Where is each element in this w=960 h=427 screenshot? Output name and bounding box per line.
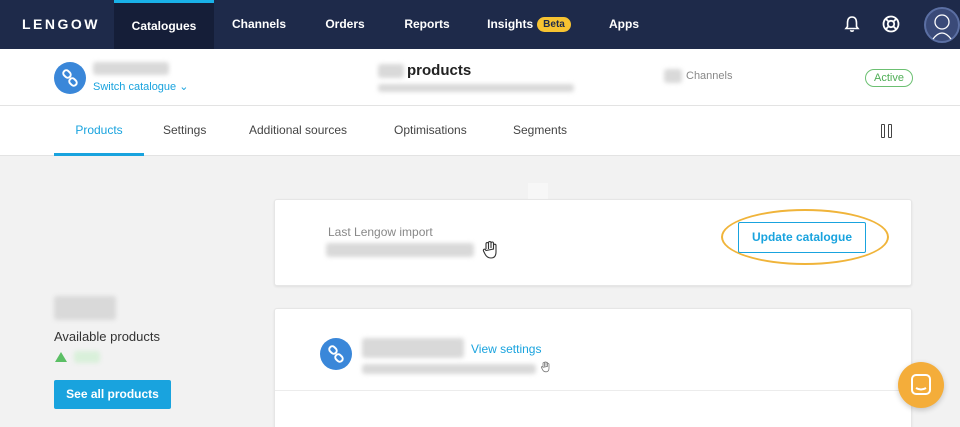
- last-import-date-blurred: [326, 243, 474, 257]
- tab-settings[interactable]: Settings: [163, 106, 206, 156]
- hand-cursor-icon: [541, 361, 550, 373]
- catalogue-tabs: Products Settings Additional sources Opt…: [0, 106, 960, 156]
- chat-icon: [911, 374, 931, 395]
- bell-icon[interactable]: [842, 14, 862, 34]
- nav-channels[interactable]: Channels: [226, 0, 292, 49]
- top-navigation: LENGOW Catalogues Channels Orders Report…: [0, 0, 960, 49]
- channels-label: Channels: [686, 70, 733, 82]
- card-divider: [275, 390, 911, 391]
- catalogue-logo: [54, 62, 86, 94]
- see-all-products-button[interactable]: See all products: [54, 380, 171, 409]
- update-catalogue-button[interactable]: Update catalogue: [738, 222, 866, 253]
- last-import-subtitle-blurred: [378, 84, 574, 92]
- chat-launcher-button[interactable]: [898, 362, 944, 408]
- available-products-label: Available products: [54, 329, 160, 344]
- trend-value-blurred: [74, 351, 100, 363]
- nav-orders-label: Orders: [325, 17, 365, 31]
- link-icon: [328, 345, 344, 363]
- catalogue-name-blurred: [93, 62, 169, 75]
- lengow-logo[interactable]: LENGOW: [22, 16, 100, 32]
- tab-segments[interactable]: Segments: [513, 106, 567, 156]
- link-icon: [62, 69, 78, 87]
- view-settings-link[interactable]: View settings: [471, 342, 541, 356]
- nav-orders[interactable]: Orders: [316, 0, 374, 49]
- switch-catalogue-label: Switch catalogue: [93, 81, 177, 93]
- source-logo: [320, 338, 352, 370]
- product-count-blurred: [378, 64, 404, 78]
- nav-apps-label: Apps: [609, 17, 639, 31]
- nav-reports[interactable]: Reports: [398, 0, 456, 49]
- nav-catalogues[interactable]: Catalogues: [114, 0, 214, 49]
- products-title: products: [407, 62, 472, 79]
- card-notch: [528, 183, 548, 199]
- available-count-blurred: [54, 296, 116, 320]
- last-import-label: Last Lengow import: [328, 225, 433, 239]
- source-name-blurred: [362, 338, 464, 358]
- tab-products[interactable]: Products: [54, 106, 144, 156]
- nav-apps[interactable]: Apps: [600, 0, 648, 49]
- channel-count-blurred: [664, 69, 682, 83]
- chevron-down-icon: ⌄: [179, 81, 189, 93]
- user-icon: [932, 14, 952, 40]
- tab-additional-sources[interactable]: Additional sources: [249, 106, 347, 156]
- nav-insights-label: Insights: [487, 17, 534, 31]
- switch-catalogue-link[interactable]: Switch catalogue ⌄: [93, 80, 188, 93]
- hand-cursor-icon: [482, 240, 497, 259]
- help-icon[interactable]: [881, 14, 901, 34]
- pause-icon[interactable]: [881, 124, 893, 138]
- nav-reports-label: Reports: [404, 17, 450, 31]
- nav-channels-label: Channels: [231, 17, 286, 31]
- nav-insights[interactable]: Insights Beta: [486, 0, 572, 49]
- beta-badge: Beta: [537, 17, 571, 32]
- nav-catalogues-label: Catalogues: [131, 19, 197, 33]
- tab-optimisations[interactable]: Optimisations: [394, 106, 467, 156]
- trend-up-icon: [55, 352, 67, 362]
- source-details-blurred: [362, 364, 536, 374]
- catalogue-header: Switch catalogue ⌄ products Channels Act…: [0, 49, 960, 106]
- status-badge: Active: [865, 69, 913, 87]
- avatar[interactable]: [924, 7, 960, 43]
